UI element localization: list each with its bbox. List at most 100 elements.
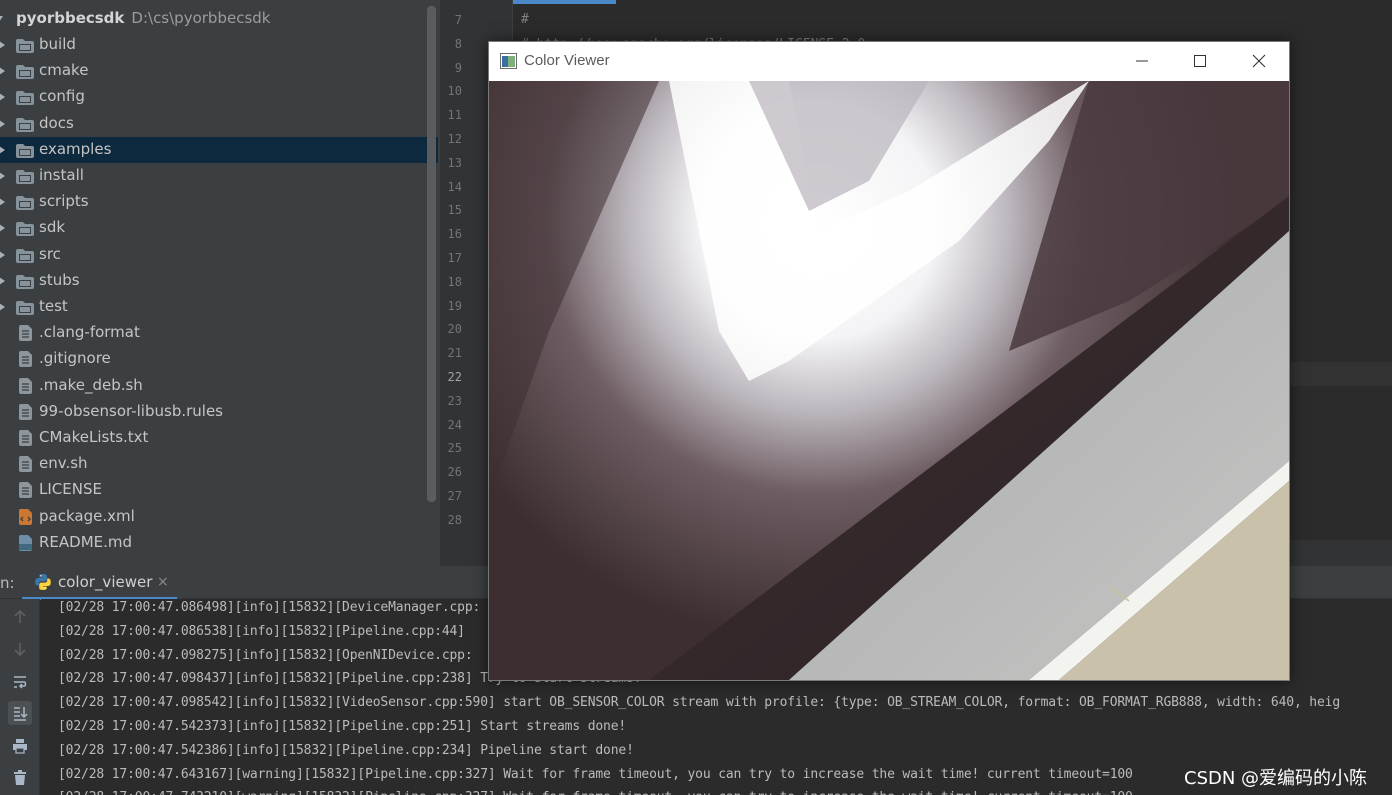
markdown-file-icon [19,534,32,551]
file-icon [19,482,32,499]
tree-file-item[interactable]: 99-obsensor-libusb.rules [0,399,438,425]
color-viewer-window[interactable]: Color Viewer [488,41,1290,681]
tree-file-item[interactable]: package.xml [0,504,438,530]
tree-item-label: scripts [39,192,89,211]
expand-arrow-icon[interactable] [0,93,5,102]
folder-icon [16,248,34,263]
tree-item-label: test [39,297,68,315]
line-number: 24 [447,417,462,432]
tree-item-label: install [39,166,84,184]
expand-arrow-icon[interactable] [0,119,5,128]
viewer-titlebar[interactable]: Color Viewer [489,42,1289,80]
tree-folder-stubs[interactable]: stubs [0,268,438,294]
tree-scrollbar[interactable] [427,6,436,502]
tree-file-item[interactable]: .make_deb.sh [0,373,438,399]
close-icon [1252,54,1266,68]
soft-wrap-button[interactable] [8,670,32,694]
tree-file-item[interactable]: .clang-format [0,320,438,346]
expand-arrow-icon[interactable] [0,224,5,233]
tree-item-label: src [39,244,61,263]
tree-root[interactable]: pyorbbecsdk D:\cs\pyorbbecsdk [0,6,438,32]
expand-arrow-icon[interactable] [0,41,5,49]
folder-icon [16,274,34,289]
minimize-icon [1136,60,1148,62]
line-number: 17 [447,251,462,265]
expand-arrow-icon[interactable] [0,16,3,22]
viewer-title: Color Viewer [524,52,610,69]
expand-arrow-icon[interactable] [0,303,5,311]
folder-icon [16,196,34,211]
xml-file-icon [19,508,32,525]
folder-icon [16,170,34,184]
tree-folder-src[interactable]: src [0,242,438,268]
tree-folder-install[interactable]: install [0,163,438,189]
tree-item-label: .clang-format [39,323,140,342]
project-tree-panel: pyorbbecsdk D:\cs\pyorbbecsdk build cmake c… [0,0,440,566]
tree-folder-config[interactable]: config [0,84,438,110]
scroll-down-button[interactable] [8,637,32,661]
console-line: [02/28 17:00:47.643167][warning][15832][… [58,766,1133,782]
tree-item-label: sdk [39,218,66,237]
scroll-to-end-icon [14,707,28,721]
tree-item-label: .make_deb.sh [39,375,143,394]
folder-icon [16,301,34,315]
line-number: 23 [447,393,462,408]
arrow-up-icon [14,609,26,623]
expand-arrow-icon[interactable] [0,276,5,285]
tree-file-item[interactable]: LICENSE [0,477,438,503]
line-number: 9 [454,60,462,75]
tree-file-item[interactable]: CMakeLists.txt [0,425,438,451]
arrow-down-icon [14,643,26,657]
tree-folder-test[interactable]: test [0,294,438,320]
file-icon [19,325,32,342]
print-button[interactable] [8,734,32,758]
tree-folder-docs[interactable]: docs [0,111,438,137]
tree-folder-sdk[interactable]: sdk [0,215,438,241]
tree-folder-build[interactable]: build [0,32,438,58]
run-label: n: [0,574,15,592]
console-line: [02/28 17:00:47.086498][info][15832][Dev… [58,600,481,615]
line-number: 12 [447,132,462,146]
expand-arrow-icon[interactable] [0,67,5,76]
folder-icon [16,65,34,80]
tree-file-item[interactable]: .gitignore [0,346,438,372]
line-number: 7 [454,13,462,27]
tree-folder-cmake[interactable]: cmake [0,58,438,84]
run-tab-label: color_viewer [58,573,153,591]
console-line: [02/28 17:00:47.098542][info][15832][Vid… [58,695,1341,711]
tree-item-label: build [39,35,76,53]
tree-item-label: config [39,87,85,106]
scroll-to-end-button[interactable] [8,701,32,725]
tree-item-label: 99-obsensor-libusb.rules [39,401,223,420]
run-toolbar [0,599,40,795]
code-line-7: # [521,12,529,27]
minimize-button[interactable] [1113,42,1171,80]
line-number: 28 [447,512,462,527]
tab-close-icon[interactable]: × [157,574,169,590]
folder-icon [16,117,34,132]
expand-arrow-icon[interactable] [0,198,5,207]
line-number: 25 [447,441,462,456]
tree-item-label: README.md [39,532,133,551]
line-number: 13 [447,155,462,170]
expand-arrow-icon[interactable] [0,145,5,154]
console-line: [02/28 17:00:47.086538][info][15832][Pip… [58,623,465,639]
tree-folder-examples[interactable]: examples [0,136,438,163]
expand-arrow-icon[interactable] [0,250,5,259]
tree-file-item[interactable]: env.sh [0,451,438,477]
close-button[interactable] [1230,42,1288,80]
maximize-button[interactable] [1171,42,1229,80]
tree-root-label: pyorbbecsdk D:\cs\pyorbbecsdk [16,9,271,27]
tree-item-label: stubs [39,270,80,289]
scroll-up-button[interactable] [8,605,32,629]
tree-item-label: cmake [39,61,89,80]
line-number: 20 [447,322,462,337]
tree-file-item[interactable]: README.md [0,530,438,556]
line-number: 11 [447,108,462,123]
python-icon [35,574,51,590]
trash-icon [14,770,26,785]
tree-folder-scripts[interactable]: scripts [0,189,438,215]
clear-console-button[interactable] [8,766,32,790]
tree-item-label: .gitignore [39,349,111,368]
expand-arrow-icon[interactable] [0,172,5,180]
